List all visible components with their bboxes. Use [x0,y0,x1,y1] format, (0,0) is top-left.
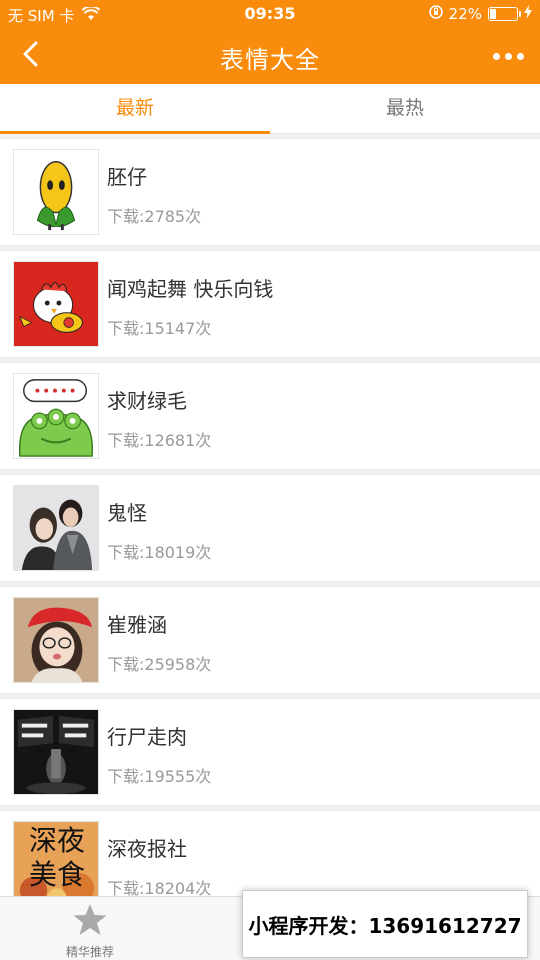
back-button[interactable] [10,36,50,76]
list-item[interactable]: 胚仔 下载:2785次 [0,138,540,246]
girl-red-hat-thumbnail [13,597,99,683]
item-title: 求财绿毛 [107,389,187,413]
goblin-drama-thumbnail [13,485,99,571]
promo-banner: 小程序开发：13691612727 [242,890,528,958]
late-night-food-thumbnail: 深夜 美食 [13,821,99,907]
list-item[interactable]: 求财绿毛 下载:12681次 [0,362,540,470]
item-title: 闻鸡起舞 快乐向钱 [107,277,274,301]
tab-featured-label: 精华推荐 [65,945,114,959]
item-download-count: 下载:15147次 [107,319,212,338]
charging-icon [524,5,532,23]
more-dot-icon [492,52,500,60]
item-download-count: 下载:12681次 [107,431,212,450]
thumbnail-text: 美食 [28,858,85,891]
list-item[interactable]: 行尸走肉 下载:19555次 [0,698,540,806]
item-download-count: 下载:19555次 [107,767,212,786]
tab-featured[interactable]: 精华推荐 [40,903,140,960]
item-title: 深夜报社 [107,837,187,861]
tab-bar: 最新 最热 [0,84,540,134]
navigation-bar: 表情大全 [0,28,540,84]
tab-hottest[interactable]: 最热 [270,84,540,133]
battery-percent: 22% [448,5,482,23]
item-download-count: 下载:18019次 [107,543,212,562]
item-download-count: 下载:25958次 [107,655,212,674]
tab-latest[interactable]: 最新 [0,84,270,134]
battery-icon [488,7,521,21]
corn-sticker-thumbnail [13,149,99,235]
orientation-lock-icon [428,5,443,23]
walking-dead-thumbnail [13,709,99,795]
status-bar: 无 SIM 卡 09:35 22% [0,0,540,28]
more-dot-icon [504,52,512,60]
item-title: 崔雅涵 [107,613,167,637]
list-item[interactable]: 崔雅涵 下载:25958次 [0,586,540,694]
sticker-list: 胚仔 下载:2785次 闻鸡起舞 快乐向钱 下载:15147次 求财绿毛 下载:… [0,138,540,922]
rooster-sticker-thumbnail [13,261,99,347]
page-title: 表情大全 [220,46,320,74]
item-title: 行尸走肉 [107,725,187,749]
item-download-count: 下载:2785次 [107,207,202,226]
more-options-button[interactable] [486,36,530,76]
green-monster-sticker-thumbnail [13,373,99,459]
list-item[interactable]: 闻鸡起舞 快乐向钱 下载:15147次 [0,250,540,358]
star-icon [40,903,140,941]
app-header: 无 SIM 卡 09:35 22% 表情大全 [0,0,540,84]
chevron-left-icon [22,41,38,71]
item-title: 胚仔 [107,165,147,189]
item-title: 鬼怪 [107,501,147,525]
more-dot-icon [516,52,524,60]
thumbnail-text: 深夜 [28,824,85,857]
list-item[interactable]: 鬼怪 下载:18019次 [0,474,540,582]
